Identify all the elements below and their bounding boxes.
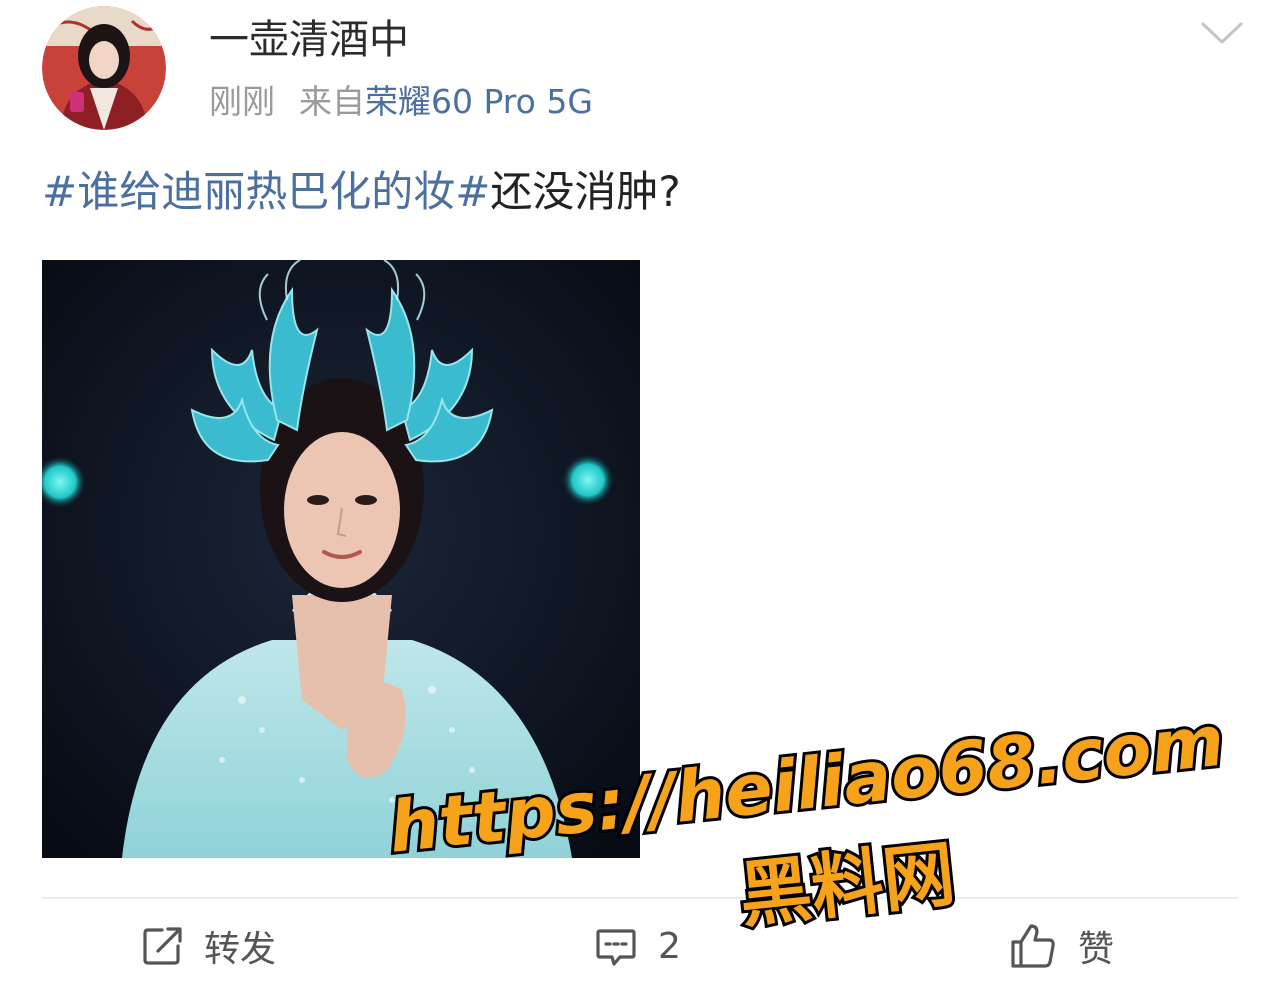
comment-icon	[596, 929, 636, 966]
repost-button[interactable]: 转发	[140, 918, 276, 974]
actions-divider	[42, 897, 1238, 899]
post-image[interactable]	[42, 260, 640, 858]
post-text: #谁给迪丽热巴化的妆#还没消肿?	[42, 164, 681, 220]
repost-label: 转发	[204, 929, 277, 970]
avatar[interactable]	[42, 6, 166, 130]
thumbs-up-icon	[1011, 924, 1055, 968]
post-body: 还没消肿?	[490, 167, 681, 216]
chevron-down-icon[interactable]	[1200, 18, 1244, 48]
comment-count: 2	[658, 925, 681, 967]
repost-icon	[143, 927, 182, 965]
comment-button[interactable]: 2	[594, 918, 681, 974]
author-name[interactable]: 一壶清酒中	[209, 14, 409, 66]
hashtag-link[interactable]: #谁给迪丽热巴化的妆#	[42, 167, 490, 216]
post-time: 刚刚	[209, 82, 275, 121]
post-meta: 刚刚 来自荣耀60 Pro 5G	[209, 80, 593, 124]
watermark-site-name: 黑料网	[735, 831, 959, 937]
source-prefix: 来自	[299, 82, 365, 121]
like-label: 赞	[1078, 929, 1115, 970]
source-device[interactable]: 荣耀60 Pro 5G	[365, 82, 593, 121]
weibo-post: 一壶清酒中 刚刚来自荣耀60 Pro 5G #谁给迪丽热巴化的妆#还没消肿?	[0, 0, 1280, 992]
like-button[interactable]: 赞	[1008, 918, 1114, 974]
photo-performer-icon	[42, 260, 640, 858]
avatar-portrait-icon	[42, 6, 166, 130]
